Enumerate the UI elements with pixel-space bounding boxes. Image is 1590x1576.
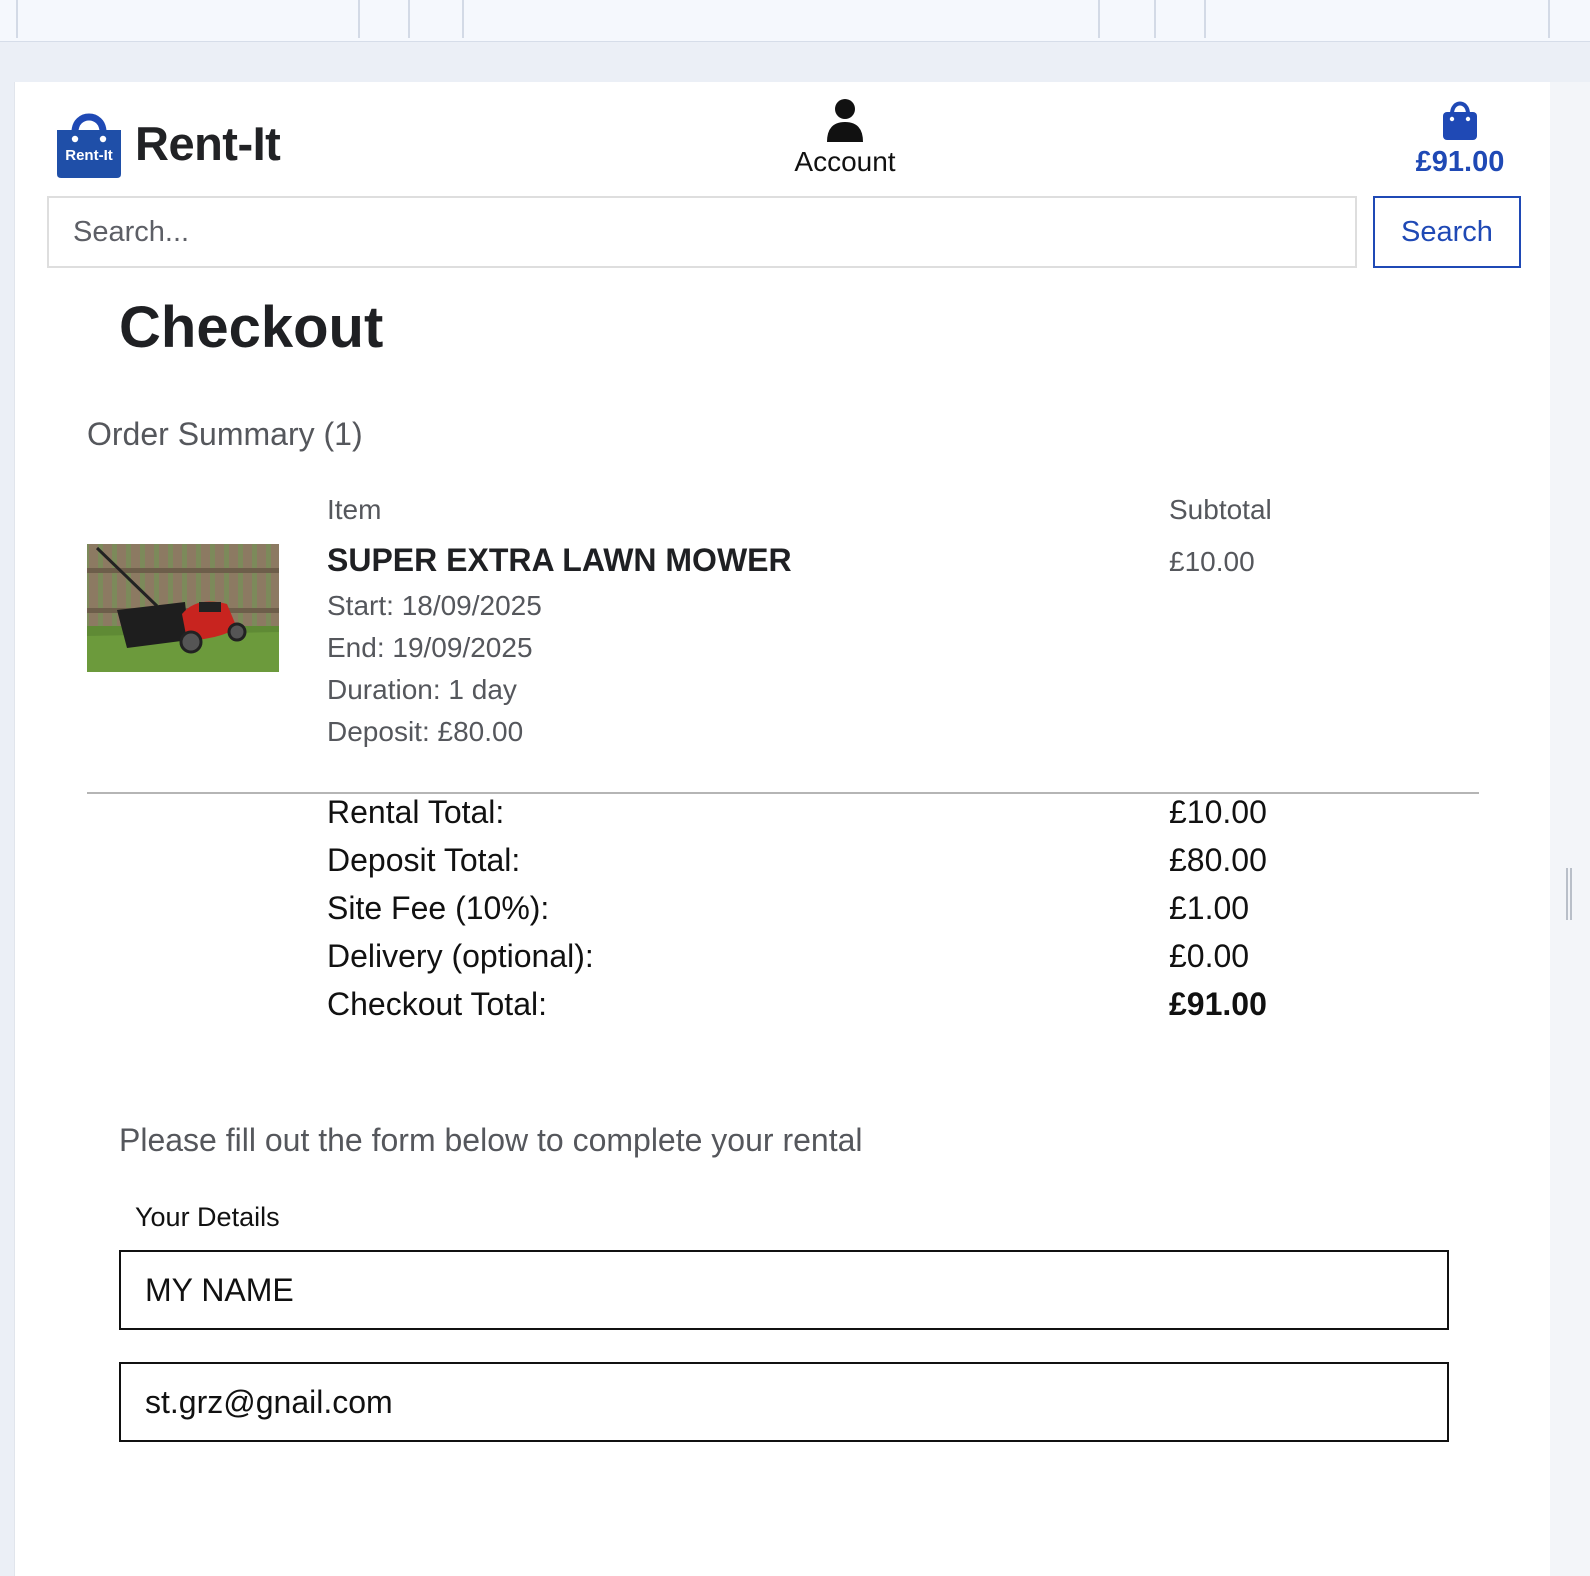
column-header-subtotal: Subtotal [1169,494,1272,525]
user-icon [827,99,863,142]
strip-divider [1098,0,1100,38]
your-details-label: Your Details [135,1202,280,1232]
strip-divider [16,0,18,38]
order-summary-heading: Order Summary (1) [87,416,363,452]
item-start-date: Start: 18/09/2025 [327,590,542,621]
strip-divider [1204,0,1206,38]
account-label: Account [794,146,896,177]
right-gutter [1550,82,1590,1576]
lawn-mower-image[interactable] [87,544,279,672]
form-intro-text: Please fill out the form below to comple… [119,1122,863,1158]
rent-it-logo-icon[interactable]: Rent-It [53,104,125,180]
strip-divider [1548,0,1550,38]
item-name: SUPER EXTRA LAWN MOWER [327,542,792,578]
page-title: Checkout [119,295,384,360]
resize-handle[interactable] [1566,868,1572,920]
email-field[interactable] [119,1362,1449,1442]
checkout-page: Rent-It Rent-It Account £91.00 Search Ch… [14,82,1550,1576]
delivery-value: £0.00 [1169,938,1250,974]
search-input[interactable] [47,196,1357,268]
item-subtotal: £10.00 [1169,546,1255,577]
delivery-label: Delivery (optional): [327,938,594,974]
deposit-total-value: £80.00 [1169,842,1267,878]
checkout-total-value: £91.00 [1169,986,1267,1022]
rental-total-value: £10.00 [1169,794,1267,830]
name-field[interactable] [119,1250,1449,1330]
logo-text: Rent-It [65,147,113,164]
rental-total-label: Rental Total: [327,794,505,830]
strip-divider [408,0,410,38]
column-header-item: Item [327,494,382,525]
account-link[interactable]: Account [785,98,905,178]
browser-top-strip [0,0,1590,42]
search-button[interactable]: Search [1373,196,1521,268]
item-end-date: End: 19/09/2025 [327,632,533,663]
shopping-bag-icon [1443,101,1477,140]
item-duration: Duration: 1 day [327,674,517,705]
brand-name[interactable]: Rent-It [135,116,281,171]
strip-divider [358,0,360,38]
site-fee-label: Site Fee (10%): [327,890,550,926]
site-fee-value: £1.00 [1169,890,1250,926]
strip-divider [462,0,464,38]
item-deposit: Deposit: £80.00 [327,716,524,747]
checkout-total-label: Checkout Total: [327,986,547,1022]
deposit-total-label: Deposit Total: [327,842,521,878]
strip-divider [1154,0,1156,38]
summary-divider [87,792,1479,794]
cart-total: £91.00 [1415,146,1505,178]
cart-link[interactable]: £91.00 [1405,98,1515,179]
